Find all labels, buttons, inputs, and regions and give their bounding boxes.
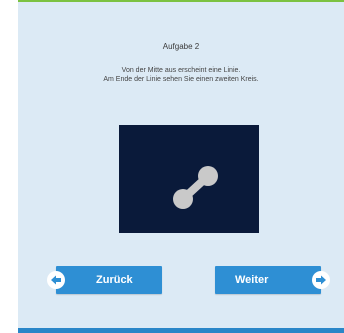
next-button[interactable]: Weiter <box>215 266 330 294</box>
bottom-divider <box>18 328 344 333</box>
instruction-line-2: Am Ende der Linie sehen Sie einen zweite… <box>103 76 259 83</box>
task-panel: Aufgabe 2 Von der Mitte aus erscheint ei… <box>18 0 344 333</box>
next-button-label: Weiter <box>235 274 269 286</box>
top-divider <box>18 0 344 2</box>
back-button-label: Zurück <box>96 274 133 286</box>
instruction-line-1: Von der Mitte aus erscheint eine Linie. <box>121 67 241 74</box>
back-button[interactable]: Zurück <box>47 266 162 294</box>
task-title: Aufgabe 2 <box>162 42 200 51</box>
end-circle <box>198 166 218 186</box>
start-circle <box>173 189 193 209</box>
task-instructions: Von der Mitte aus erscheint eine Linie. … <box>18 66 344 84</box>
arrow-right-icon <box>312 271 330 289</box>
stimulus-graphic <box>173 166 218 209</box>
stimulus-display <box>119 125 259 233</box>
arrow-left-icon <box>47 271 65 289</box>
